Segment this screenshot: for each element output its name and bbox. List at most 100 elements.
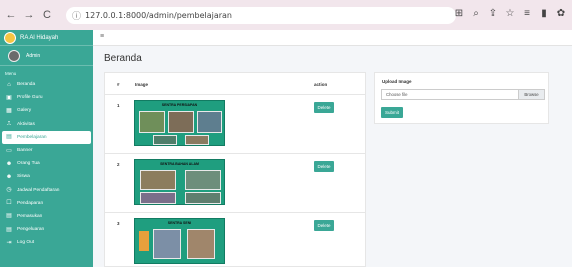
sidebar-item-jadwal-pendaftaran[interactable]: ◷ Jadwal Pendaftaran	[0, 184, 93, 197]
sidebar-item-label: Beranda	[17, 82, 36, 88]
row-number: 1	[117, 103, 120, 108]
delete-button[interactable]: Delete	[314, 102, 334, 113]
sidebar-item-label: Pengeluaran	[17, 227, 45, 233]
user-name: Admin	[26, 52, 41, 59]
sidebar-item-label: Pendaparan	[17, 200, 44, 206]
table-row: 3 SENTRA SENI Delete	[105, 213, 365, 266]
share-icon[interactable]: ⇪	[488, 8, 498, 20]
sidebar-item-label: Pembelajaran	[17, 134, 47, 140]
sidebar-item-label: Galery	[17, 108, 32, 114]
browser-toolbar: ← → C ⓘ 127.0.0.1:8000/admin/pembelajara…	[0, 0, 572, 30]
browse-button[interactable]: Browse	[518, 90, 544, 99]
photo	[139, 111, 165, 133]
table-icon: ▤	[6, 226, 12, 233]
photo	[187, 229, 215, 259]
address-bar[interactable]: ⓘ 127.0.0.1:8000/admin/pembelajaran	[66, 7, 456, 24]
decoration-figure	[139, 231, 149, 251]
sidepanel-icon[interactable]: ▮	[539, 8, 549, 20]
column-header-action: action	[314, 82, 328, 87]
table-row: 2 SENTRA BAHAN ALAM Delete	[105, 154, 365, 213]
row-thumbnail: SENTRA SENI	[134, 218, 225, 264]
brand[interactable]: RA Al Hidayah	[0, 30, 93, 46]
sidebar-item-galery[interactable]: ▦ Galery	[0, 104, 93, 117]
brand-logo-icon	[4, 31, 16, 44]
browser-actions: ⊞ ⌕ ⇪ ☆ ≡ ▮ ✿	[454, 8, 566, 20]
sidebar-item-label: Siswa	[17, 174, 30, 180]
clock-icon: ◷	[6, 187, 12, 194]
sidebar-item-log-out[interactable]: ⇥ Log Out	[0, 236, 93, 249]
submit-button[interactable]: Submit	[381, 107, 403, 118]
chart-icon: ⎍	[6, 121, 12, 128]
users-icon: ☻	[5, 160, 13, 167]
file-input[interactable]: Choose file Browse	[381, 89, 545, 100]
photo	[185, 170, 221, 190]
id-card-icon: ▣	[6, 94, 12, 101]
menu-header: Menu	[5, 71, 17, 76]
images-table-card: # Image action 1 SENTRA PERSIAPAN Delete…	[104, 72, 366, 267]
photo	[197, 111, 222, 133]
photo	[153, 229, 181, 259]
photo	[185, 135, 209, 145]
home-icon: ⌂	[7, 81, 11, 88]
translate-icon[interactable]: ⊞	[454, 8, 464, 20]
sidebar-item-beranda[interactable]: ⌂ Beranda	[0, 78, 93, 91]
back-icon[interactable]: ←	[4, 8, 18, 22]
book-icon: ▤	[6, 134, 12, 141]
reload-icon[interactable]: C	[40, 8, 54, 22]
sidebar-item-profile-guru[interactable]: ▣ Profile Guru	[0, 91, 93, 104]
sidebar-menu: ⌂ Beranda ▣ Profile Guru ▦ Galery ⎍ Aktivitas ▤ P…	[0, 78, 93, 249]
sidebar-item-label: Pemasukan	[17, 213, 43, 219]
logout-icon: ⇥	[6, 239, 12, 246]
delete-button[interactable]: Delete	[314, 161, 334, 172]
users-icon: ☻	[5, 173, 13, 180]
photo	[168, 111, 194, 133]
banner-icon: ▭	[6, 147, 12, 154]
sidebar-item-label: Profile Guru	[17, 95, 43, 101]
file-input-placeholder: Choose file	[386, 92, 408, 97]
column-header-image: Image	[135, 82, 149, 87]
column-header-number: #	[117, 82, 120, 87]
brand-name: RA Al Hidayah	[20, 34, 59, 41]
sidebar-item-pembelajaran[interactable]: ▤ Pembelajaran	[2, 130, 91, 144]
site-info-icon[interactable]: ⓘ	[72, 9, 81, 22]
sidebar-item-orang-tua[interactable]: ☻ Orang Tua	[0, 157, 93, 170]
form-icon: ☐	[6, 200, 12, 207]
thumbnail-title: SENTRA PERSIAPAN	[161, 103, 198, 107]
images-icon: ▦	[6, 107, 12, 114]
hamburger-menu-icon[interactable]: ≡	[100, 33, 104, 40]
sidebar-item-label: Banner	[17, 148, 33, 154]
sidebar-item-label: Aktivitas	[17, 121, 35, 127]
sidebar-item-siswa[interactable]: ☻ Siswa	[0, 170, 93, 183]
sidebar-item-pengeluaran[interactable]: ▤ Pengeluaran	[0, 223, 93, 236]
row-thumbnail: SENTRA BAHAN ALAM	[134, 159, 225, 205]
photo	[140, 192, 176, 204]
thumbnail-title: SENTRA BAHAN ALAM	[160, 162, 199, 166]
sidebar-item-pemasukan[interactable]: ▤ Pemasukan	[0, 210, 93, 223]
sidebar-item-label: Orang Tua	[17, 161, 40, 167]
table-header: # Image action	[105, 73, 365, 95]
sidebar: RA Al Hidayah Admin Menu ⌂ Beranda ▣ Profil…	[0, 30, 93, 267]
row-number: 2	[117, 162, 120, 167]
photo	[153, 135, 177, 145]
upload-label: Upload Image	[382, 79, 412, 84]
thumbnail-title: SENTRA SENI	[167, 221, 192, 225]
extensions-icon[interactable]: ✿	[556, 8, 566, 20]
photo	[140, 170, 176, 190]
sidebar-item-label: Jadwal Pendaftaran	[17, 187, 60, 193]
avatar	[8, 49, 20, 62]
sidebar-item-label: Log Out	[17, 240, 35, 246]
upload-card: Upload Image Choose file Browse Submit	[374, 72, 549, 124]
row-thumbnail: SENTRA PERSIAPAN	[134, 100, 225, 146]
table-icon: ▤	[6, 213, 12, 220]
table-row: 1 SENTRA PERSIAPAN Delete	[105, 95, 365, 154]
sidebar-item-banner[interactable]: ▭ Banner	[0, 144, 93, 157]
forward-icon[interactable]: →	[22, 8, 36, 22]
user-panel[interactable]: Admin	[0, 46, 93, 66]
bookmark-star-icon[interactable]: ☆	[505, 8, 515, 20]
sidebar-item-pendaparan[interactable]: ☐ Pendaparan	[0, 197, 93, 210]
delete-button[interactable]: Delete	[314, 220, 334, 231]
sidebar-item-aktivitas[interactable]: ⎍ Aktivitas	[0, 118, 93, 131]
zoom-icon[interactable]: ⌕	[471, 8, 481, 20]
row-number: 3	[117, 221, 120, 226]
reading-list-icon[interactable]: ≡	[522, 8, 532, 20]
